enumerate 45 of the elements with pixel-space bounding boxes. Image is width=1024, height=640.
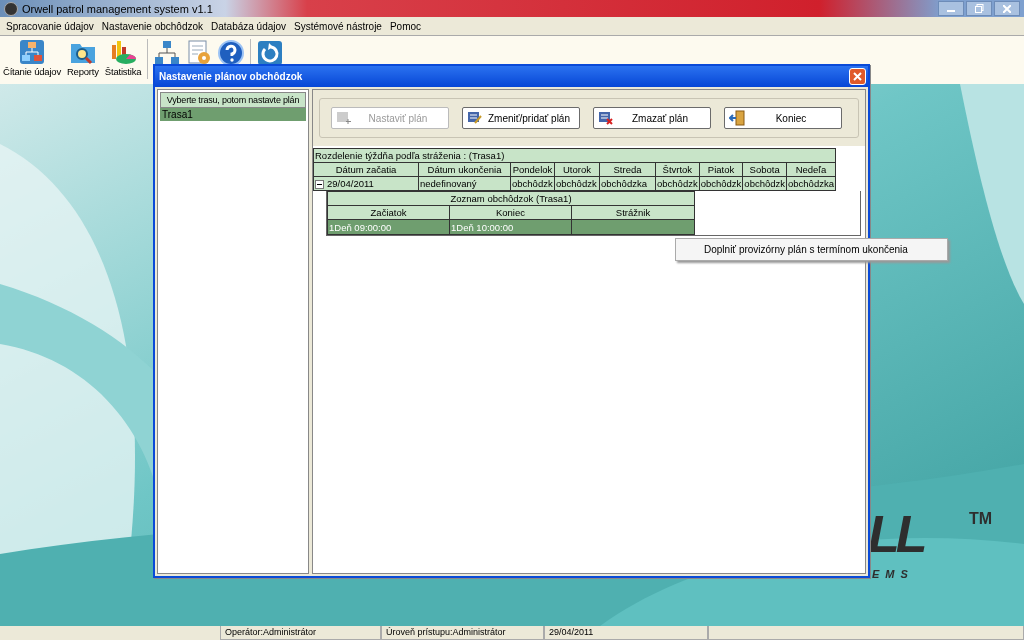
chart-icon [109,39,138,65]
calendar-delete-icon [598,111,614,125]
toolbar-label: Štatistika [104,66,142,77]
context-menu-item[interactable]: Doplniť provizórny plán s termínom ukončenia [678,241,945,258]
close-icon [1003,4,1011,13]
date-text: 29/04/2011 [327,178,374,189]
exit-door-icon [729,110,745,126]
dialog-button[interactable]: Zmeniť/pridať plán [462,107,580,129]
diagram-icon [18,39,45,65]
route-item[interactable]: Trasa1 [160,108,306,121]
status-panel: Operátor:Administrátor [220,624,381,640]
close-button[interactable] [994,1,1020,16]
toolbar-button[interactable]: Reporty [66,39,99,77]
window-title: Orwell patrol management system v1.1 [22,2,213,15]
status-panel: 29/04/2011 [544,624,708,640]
menu-item[interactable]: Pomoc [389,20,422,32]
toolbar-button[interactable]: Štatistika [104,39,142,77]
document-gear-icon[interactable] [186,40,213,66]
dialog-title: Nastavenie plánov obchôdzok [159,71,303,82]
help-icon[interactable] [218,40,245,66]
logo-text: LL [868,504,924,564]
dialog-button[interactable]: Zmazať plán [593,107,711,129]
restore-icon [974,4,984,13]
toolbar-button[interactable]: Čítanie údajov [3,39,61,77]
list-header: Vyberte trasu, potom nastavte plán [160,92,306,108]
menu-item[interactable]: Systémové nástroje [294,20,382,32]
table-caption: Rozdelenie týždňa podľa stráženia : (Trasa1) [313,148,836,163]
menu-item[interactable]: Databáza údajov [211,20,287,32]
dialog-button[interactable]: Koniec [724,107,842,129]
calendar-add-icon [336,111,352,125]
toolbar-label: Čítanie údajov [3,66,61,77]
menu-item[interactable]: Spracovanie údajov [6,20,94,32]
network-icon[interactable] [154,40,181,66]
calendar-edit-icon [467,111,483,125]
close-icon [853,72,862,81]
logo-subtitle: EMS [872,568,914,580]
minimize-button[interactable] [938,1,964,16]
refresh-icon[interactable] [257,40,284,66]
status-panel: Úroveň prístupu:Administrátor [381,624,544,640]
menu-item[interactable]: Nastavenie obchôdzok [101,20,204,32]
trademark-text: TM [969,510,993,528]
toolbar-label: Reporty [66,66,99,77]
restore-button[interactable] [966,1,992,16]
table-caption: Zoznam obchôdzok (Trasa1) [327,191,695,206]
collapse-icon[interactable] [315,180,324,189]
